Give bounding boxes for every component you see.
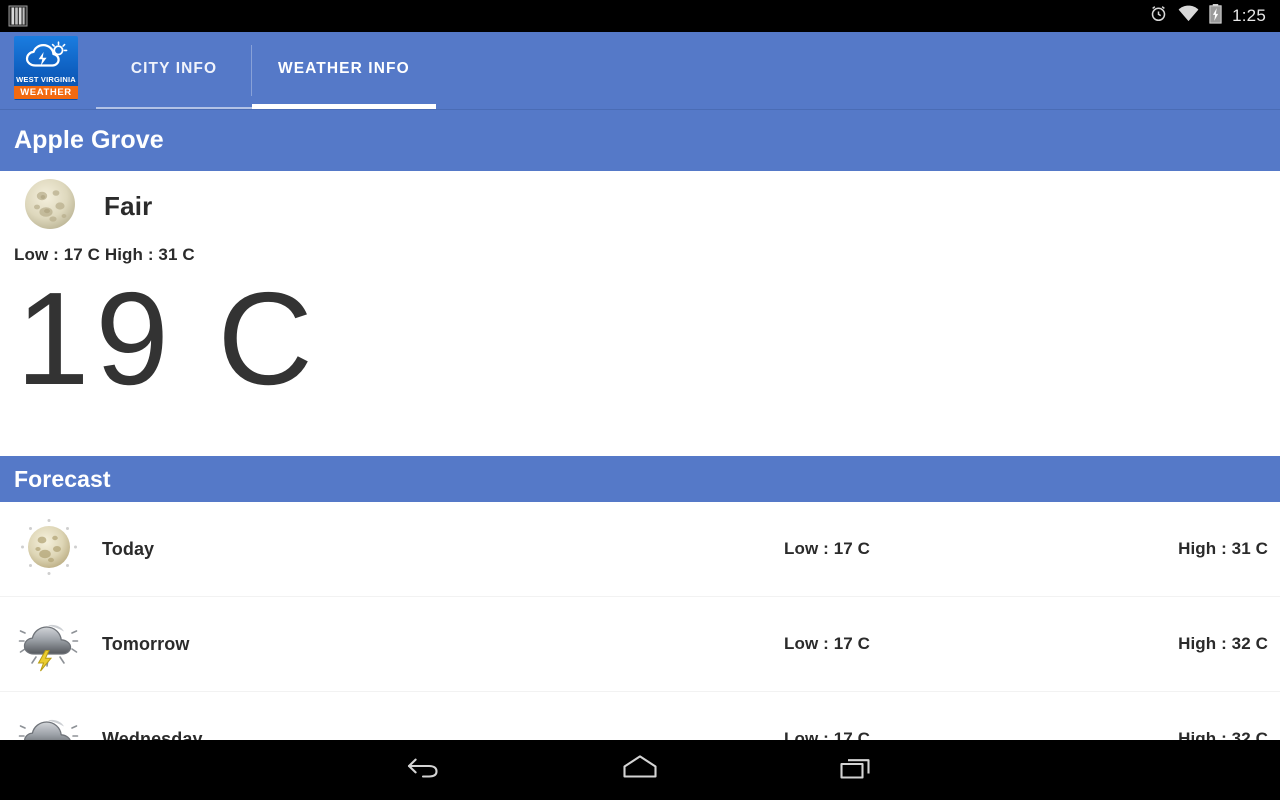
sim-bars-icon: [8, 5, 28, 27]
forecast-day-label: Tomorrow: [102, 633, 190, 654]
table-row[interactable]: Today Low : 17 C High : 31 C: [0, 502, 1280, 597]
forecast-low: Low : 17 C: [784, 729, 871, 740]
city-name: Apple Grove: [14, 126, 164, 154]
app-logo[interactable]: WEST VIRGINIA WEATHER: [14, 36, 78, 100]
status-bar-clock: 1:25: [1232, 6, 1266, 25]
app-logo-state: WEST VIRGINIA: [16, 75, 76, 84]
tab-city-info-label: CITY INFO: [130, 59, 218, 77]
back-icon: [405, 753, 443, 788]
home-icon: [620, 753, 660, 788]
current-temperature: 19 C: [16, 265, 319, 412]
navigation-bar: [0, 740, 1280, 800]
recents-icon: [838, 753, 874, 788]
app-logo-word: WEATHER: [14, 85, 78, 99]
nav-back-button[interactable]: [316, 753, 532, 788]
thunderstorm-icon: [18, 611, 80, 678]
forecast-high: High : 31 C: [1178, 539, 1268, 558]
city-header-band: Apple Grove: [0, 110, 1280, 171]
thunderstorm-icon: [18, 706, 80, 740]
moon-stars-icon: [18, 516, 80, 583]
android-screen: 1:25 WEST VIRGINIA WEATHER CITY INFO WEA…: [0, 0, 1280, 800]
forecast-low: Low : 17 C: [784, 634, 871, 653]
cloud-sun-lightning-icon: [24, 41, 68, 74]
forecast-day-label: Wednesday: [102, 728, 203, 741]
battery-charging-icon: [1209, 3, 1222, 29]
forecast-header-band: Forecast: [0, 456, 1280, 502]
tab-indicator-active: [252, 104, 436, 109]
current-conditions-panel: Fair Low : 17 C High : 31 C 19 C: [0, 171, 1280, 456]
table-row[interactable]: Wednesday Low : 17 C High : 32 C: [0, 692, 1280, 740]
nav-home-button[interactable]: [532, 753, 748, 788]
status-bar: 1:25: [0, 0, 1280, 32]
forecast-day-label: Today: [102, 538, 155, 559]
forecast-title: Forecast: [14, 465, 111, 492]
tab-weather-info[interactable]: WEATHER INFO: [252, 32, 436, 109]
forecast-high: High : 32 C: [1178, 634, 1268, 653]
tab-bar: CITY INFO WEATHER INFO: [96, 32, 436, 109]
nav-recents-button[interactable]: [748, 753, 964, 788]
app-action-bar: WEST VIRGINIA WEATHER CITY INFO WEATHER …: [0, 32, 1280, 110]
current-low-high: Low : 17 C High : 31 C: [14, 245, 195, 264]
table-row[interactable]: Tomorrow Low : 17 C High : 32 C: [0, 597, 1280, 692]
forecast-high: High : 32 C: [1178, 729, 1268, 740]
alarm-clock-icon: [1149, 4, 1168, 28]
current-condition-row: Fair: [0, 171, 1280, 233]
forecast-low: Low : 17 C: [784, 539, 871, 558]
current-condition-text: Fair: [104, 190, 153, 221]
tab-indicator-inactive: [96, 107, 252, 109]
tab-weather-info-label: WEATHER INFO: [278, 59, 410, 77]
wifi-icon: [1178, 5, 1199, 27]
status-bar-right-icons: 1:25: [1149, 3, 1266, 29]
forecast-list[interactable]: Today Low : 17 C High : 31 C Tomorrow Lo…: [0, 502, 1280, 740]
tab-city-info[interactable]: CITY INFO: [96, 32, 252, 109]
full-moon-icon: [22, 176, 78, 237]
status-bar-left-icons: [8, 5, 28, 27]
